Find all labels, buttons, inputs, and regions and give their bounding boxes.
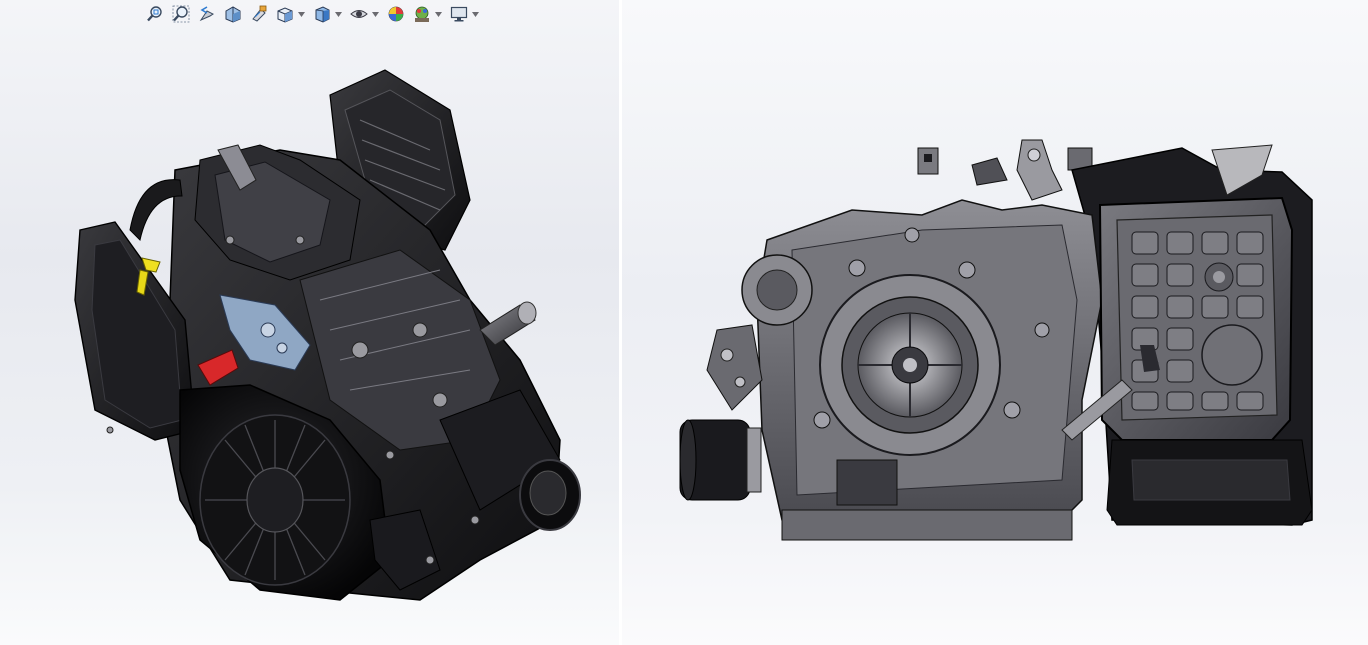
oil-level-window bbox=[836, 459, 898, 506]
engine-model-isometric[interactable] bbox=[0, 0, 619, 645]
air-cleaner-boss bbox=[1201, 324, 1263, 386]
oil-pan bbox=[781, 509, 1073, 541]
top-brackets bbox=[917, 139, 1093, 201]
muffler bbox=[679, 419, 762, 501]
engine-model-side[interactable] bbox=[622, 0, 1368, 645]
flywheel-cover bbox=[819, 274, 1001, 456]
graphics-viewport-left[interactable] bbox=[0, 0, 619, 645]
graphics-viewport-right[interactable] bbox=[622, 0, 1368, 645]
